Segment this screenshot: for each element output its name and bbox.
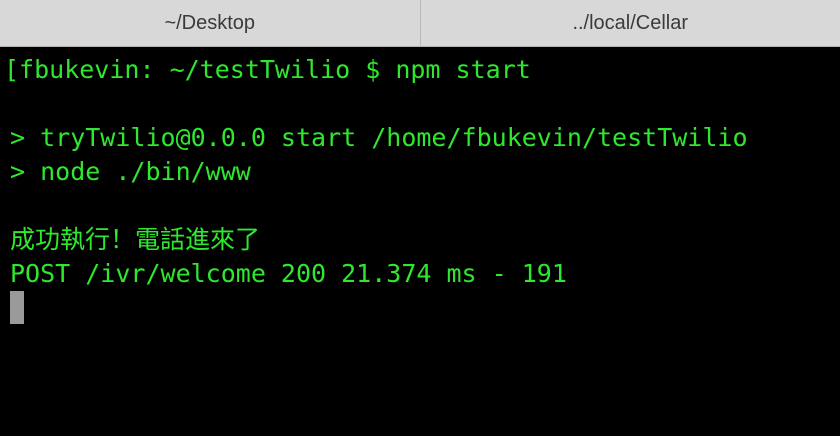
tab-desktop[interactable]: ~/Desktop: [0, 0, 421, 46]
npm-script-line: > tryTwilio@0.0.0 start /home/fbukevin/t…: [10, 123, 748, 152]
request-log-line: POST /ivr/welcome 200 21.374 ms - 191: [10, 259, 567, 288]
tab-bar: ~/Desktop ../local/Cellar: [0, 0, 840, 47]
tab-local-cellar[interactable]: ../local/Cellar: [420, 0, 840, 46]
terminal-window: ~/Desktop ../local/Cellar [fbukevin: ~/t…: [0, 0, 840, 436]
cursor-line: [10, 291, 840, 325]
text-cursor: [10, 291, 24, 324]
log-message-line: 成功執行！電話進來了: [10, 225, 261, 254]
prompt-line: [fbukevin: ~/testTwilio $ npm start: [4, 55, 531, 84]
terminal-output[interactable]: [fbukevin: ~/testTwilio $ npm start > tr…: [0, 47, 840, 436]
node-command-line: > node ./bin/www: [10, 157, 251, 186]
